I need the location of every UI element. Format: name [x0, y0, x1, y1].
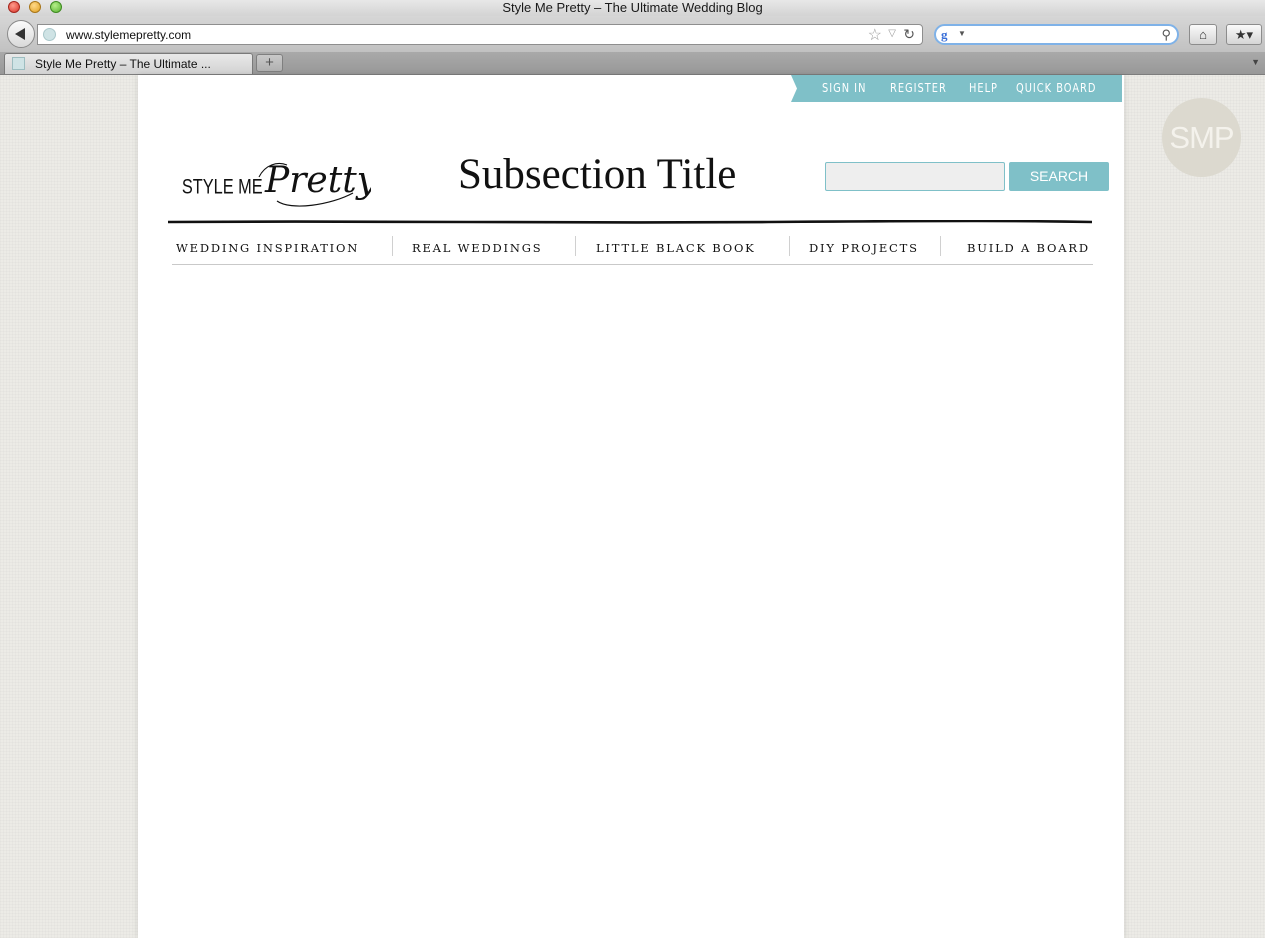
close-window-button[interactable]: [8, 1, 20, 13]
window-title: Style Me Pretty – The Ultimate Wedding B…: [502, 0, 763, 15]
url-text[interactable]: www.stylemepretty.com: [66, 28, 191, 42]
account-nav: SIGN IN REGISTER HELP QUICK BOARD: [791, 75, 1122, 102]
plus-icon: +: [265, 54, 274, 71]
nav-wedding-inspiration[interactable]: WEDDING INSPIRATION: [176, 241, 359, 255]
tab-active[interactable]: Style Me Pretty – The Ultimate ...: [4, 53, 253, 74]
nav-diy-projects[interactable]: DIY PROJECTS: [809, 241, 919, 255]
register-link[interactable]: REGISTER: [890, 81, 947, 95]
style-me-pretty-logo[interactable]: STYLE ME Pretty: [181, 155, 371, 209]
tab-title[interactable]: Style Me Pretty – The Ultimate ...: [35, 57, 211, 71]
site-search-input[interactable]: [825, 162, 1005, 191]
nav-bottom-divider: [172, 264, 1093, 265]
magnifier-icon[interactable]: ⚲: [1161, 27, 1171, 43]
browser-search-bar[interactable]: g ▼ ⚲: [934, 24, 1179, 45]
nav-separator: [789, 236, 790, 256]
nav-separator: [575, 236, 576, 256]
tab-favicon-icon: [12, 57, 25, 70]
search-engine-dropdown-icon[interactable]: ▼: [958, 29, 966, 38]
site-identity-icon[interactable]: [43, 28, 56, 41]
bookmarks-button[interactable]: ★▾: [1226, 24, 1262, 45]
reload-icon[interactable]: ↻: [903, 26, 915, 43]
help-link[interactable]: HELP: [969, 81, 998, 95]
minimize-window-button[interactable]: [29, 1, 41, 13]
new-tab-button[interactable]: +: [256, 54, 283, 72]
zoom-window-button[interactable]: [50, 1, 62, 13]
nav-real-weddings[interactable]: REAL WEDDINGS: [412, 241, 542, 255]
logo-script-text: Pretty: [264, 160, 371, 201]
url-history-dropdown-icon[interactable]: ▽: [888, 28, 896, 39]
nav-little-black-book[interactable]: LITTLE BLACK BOOK: [596, 241, 756, 255]
tab-strip: Style Me Pretty – The Ultimate ... + ▼: [0, 52, 1265, 75]
smp-badge-logo[interactable]: SMP: [1162, 98, 1241, 177]
bookmarks-icon: ★▾: [1234, 27, 1254, 42]
nav-separator: [392, 236, 393, 256]
google-icon[interactable]: g: [941, 28, 955, 41]
window-titlebar: Style Me Pretty – The Ultimate Wedding B…: [0, 0, 1265, 16]
header-divider: [168, 220, 1092, 224]
home-icon: ⌂: [1199, 27, 1207, 42]
nav-separator: [940, 236, 941, 256]
page-title: Subsection Title: [458, 151, 737, 198]
quick-board-link[interactable]: QUICK BOARD: [1016, 81, 1096, 95]
nav-build-a-board[interactable]: BUILD A BOARD: [967, 241, 1090, 255]
browser-toolbar: www.stylemepretty.com ☆ ▽ ↻ g ▼ ⚲ ⌂ ★▾: [0, 16, 1265, 52]
logo-small-text: STYLE ME: [182, 175, 263, 198]
back-button[interactable]: [7, 20, 35, 48]
site-search-button[interactable]: SEARCH: [1009, 162, 1109, 191]
address-bar[interactable]: www.stylemepretty.com ☆ ▽ ↻: [37, 24, 923, 45]
home-button[interactable]: ⌂: [1189, 24, 1217, 45]
star-icon[interactable]: ☆: [868, 25, 882, 45]
sign-in-link[interactable]: SIGN IN: [822, 81, 866, 95]
main-nav: WEDDING INSPIRATION REAL WEDDINGS LITTLE…: [168, 236, 1094, 266]
back-arrow-icon: [15, 28, 25, 40]
tab-list-dropdown-icon[interactable]: ▼: [1251, 57, 1260, 67]
